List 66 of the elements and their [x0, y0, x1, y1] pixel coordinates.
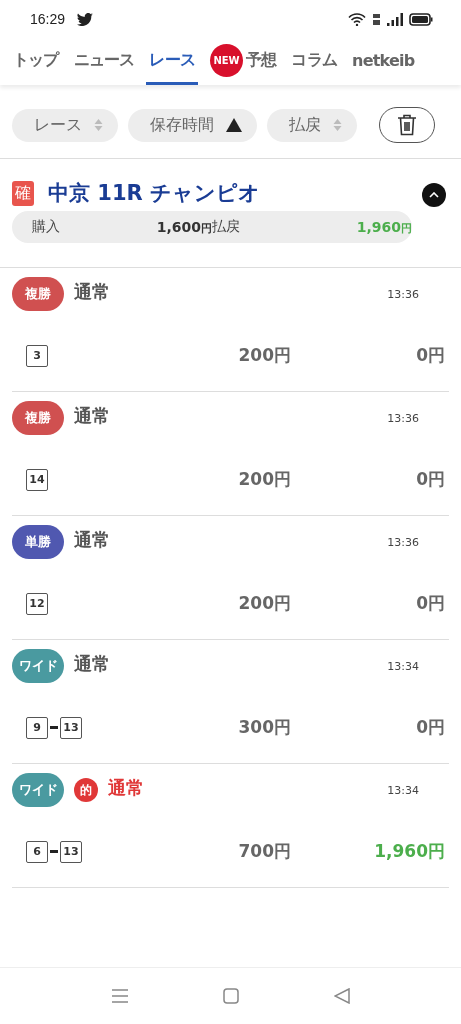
collapse-button[interactable] [422, 183, 446, 207]
payout-value: 1,960円 [356, 218, 412, 236]
nav-tab[interactable]: ニュース [70, 38, 138, 85]
bet-name: 通常 [74, 652, 111, 676]
bet-name: 通常 [74, 404, 111, 428]
race-title[interactable]: 中京 11R チャンピオ [48, 179, 261, 207]
bet-name: 通常 [74, 528, 111, 552]
confirmed-badge: 確 [12, 180, 34, 206]
bet-payout: 1,960円 [373, 840, 445, 863]
bet-name: 通常 [108, 776, 145, 800]
bet-amount: 200円 [237, 344, 291, 367]
bet-time: 13:36 [387, 287, 419, 301]
home-icon[interactable] [222, 988, 239, 1004]
horse-number: 12 [26, 592, 48, 615]
sort-ascending-icon [226, 118, 242, 132]
bet-amount: 200円 [237, 592, 291, 615]
nav-tab[interactable]: トップ [10, 38, 62, 85]
horse-number: 13 [60, 840, 82, 863]
nav-tab[interactable]: コラム [288, 38, 341, 85]
chevron-up-icon [429, 192, 439, 198]
menu-icon[interactable] [111, 989, 128, 1003]
bet-type-badge: 複勝 [12, 277, 64, 311]
horse-number: 13 [60, 716, 82, 739]
back-icon[interactable] [333, 988, 350, 1004]
horse-number: 3 [26, 344, 48, 367]
bet-time: 13:36 [387, 535, 419, 549]
bet-type-badge: 単勝 [12, 525, 64, 559]
sort-chip[interactable]: レース [12, 108, 118, 142]
nav-tab[interactable]: netkeib [349, 38, 418, 85]
new-badge: NEW [210, 43, 244, 77]
hit-badge: 的 [74, 778, 98, 802]
dash-mark [50, 726, 58, 729]
wifi-icon [348, 12, 366, 26]
sort-chip[interactable]: 保存時間 [128, 108, 257, 142]
bet-type-badge: ワイド [12, 773, 64, 807]
nav-tab[interactable]: 予想 [246, 38, 277, 82]
bet-payout: 0円 [415, 468, 445, 491]
horse-number: 6 [26, 840, 48, 863]
bet-time: 13:34 [387, 783, 419, 797]
bet-amount: 200円 [237, 468, 291, 491]
nav-tab[interactable]: レース [146, 38, 199, 85]
delete-button[interactable] [379, 107, 435, 143]
bird-icon [77, 12, 94, 26]
sort-chip[interactable]: 払戻 [267, 108, 357, 142]
bet-time: 13:36 [387, 411, 419, 425]
trash-icon [397, 114, 417, 136]
bet-type-badge: 複勝 [12, 401, 64, 435]
bet-type-badge: ワイド [12, 649, 64, 683]
bet-payout: 0円 [415, 716, 445, 739]
battery-icon [409, 12, 433, 26]
bet-name: 通常 [74, 280, 111, 304]
purchase-value: 1,600円 [156, 218, 212, 236]
bet-payout: 0円 [415, 344, 445, 367]
horse-number: 14 [26, 468, 48, 491]
bet-amount: 300円 [237, 716, 291, 739]
horse-number: 9 [26, 716, 48, 739]
sort-icon [94, 118, 103, 132]
bet-time: 13:34 [387, 659, 419, 673]
dash-mark [50, 850, 58, 853]
clock: 16:29 [30, 11, 66, 27]
payout-label: 払戻 [212, 218, 241, 236]
sort-icon [333, 118, 342, 132]
signal-icon [387, 12, 403, 26]
purchase-label: 購入 [32, 218, 61, 236]
bet-amount: 700円 [237, 840, 291, 863]
bet-payout: 0円 [415, 592, 445, 615]
